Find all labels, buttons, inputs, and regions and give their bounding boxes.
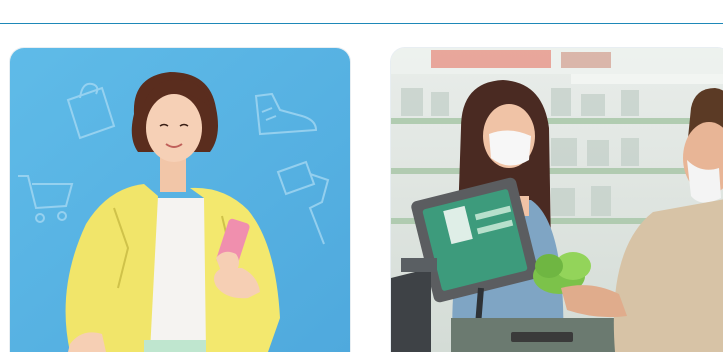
supermarket-checkout-photo [391,48,723,352]
card-retail-checkout[interactable] [391,48,723,352]
woman-shopping-photo [10,48,350,352]
face-mask-icon [489,130,531,166]
page [0,0,723,352]
card-online-shopping[interactable] [10,48,350,352]
header-divider [0,23,723,24]
